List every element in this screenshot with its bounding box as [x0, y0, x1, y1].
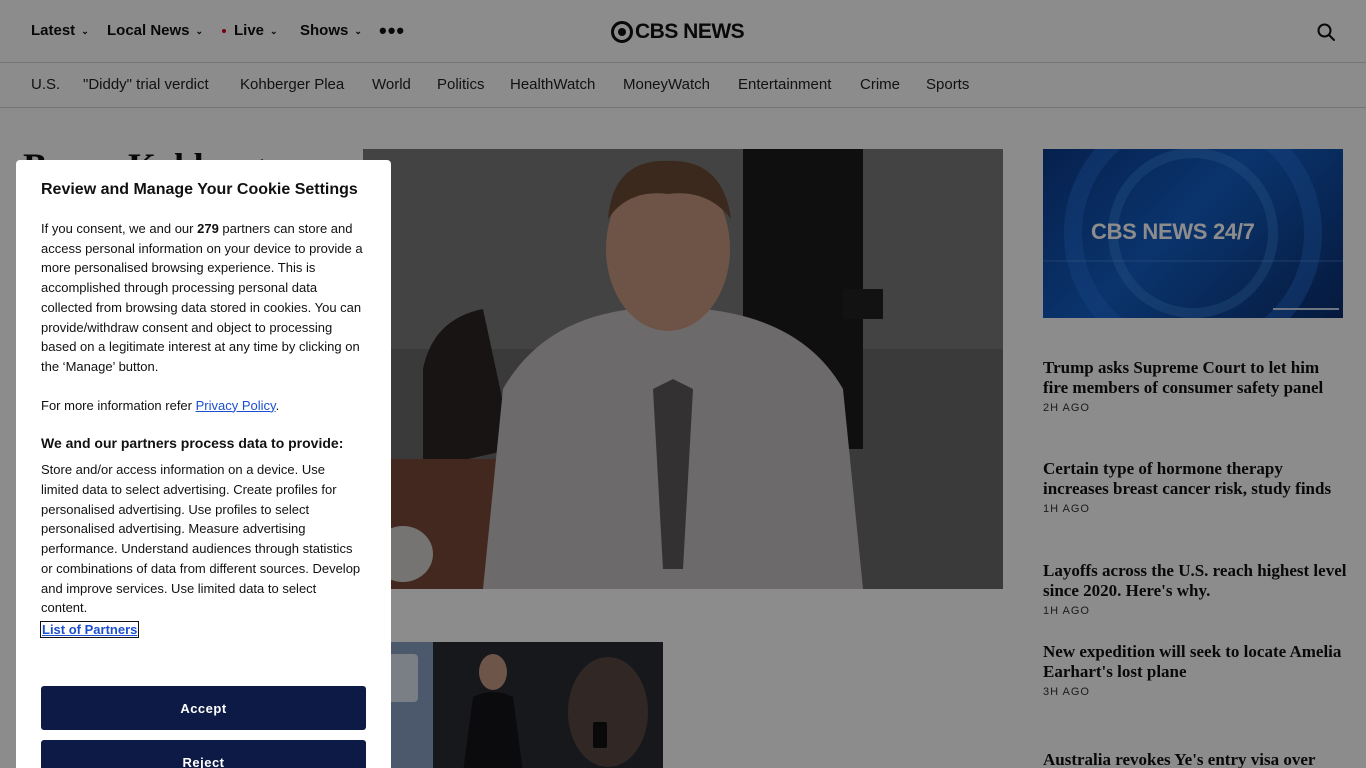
cookie-intro: If you consent, we and our 279 partners … [41, 221, 363, 374]
purposes-heading: We and our partners process data to prov… [41, 435, 344, 452]
partner-count: 279 [197, 221, 219, 236]
list-of-partners-link[interactable]: List of Partners [39, 620, 140, 638]
cookie-title: Review and Manage Your Cookie Settings [41, 181, 358, 198]
reject-button[interactable]: Reject [41, 740, 366, 768]
accept-button[interactable]: Accept [41, 686, 366, 730]
privacy-policy-link[interactable]: Privacy Policy [196, 398, 276, 413]
cookie-consent-panel: Review and Manage Your Cookie Settings I… [16, 160, 391, 768]
cookie-more-info: For more information refer Privacy Polic… [41, 397, 280, 413]
purposes-text: Store and/or access information on a dev… [41, 462, 361, 616]
